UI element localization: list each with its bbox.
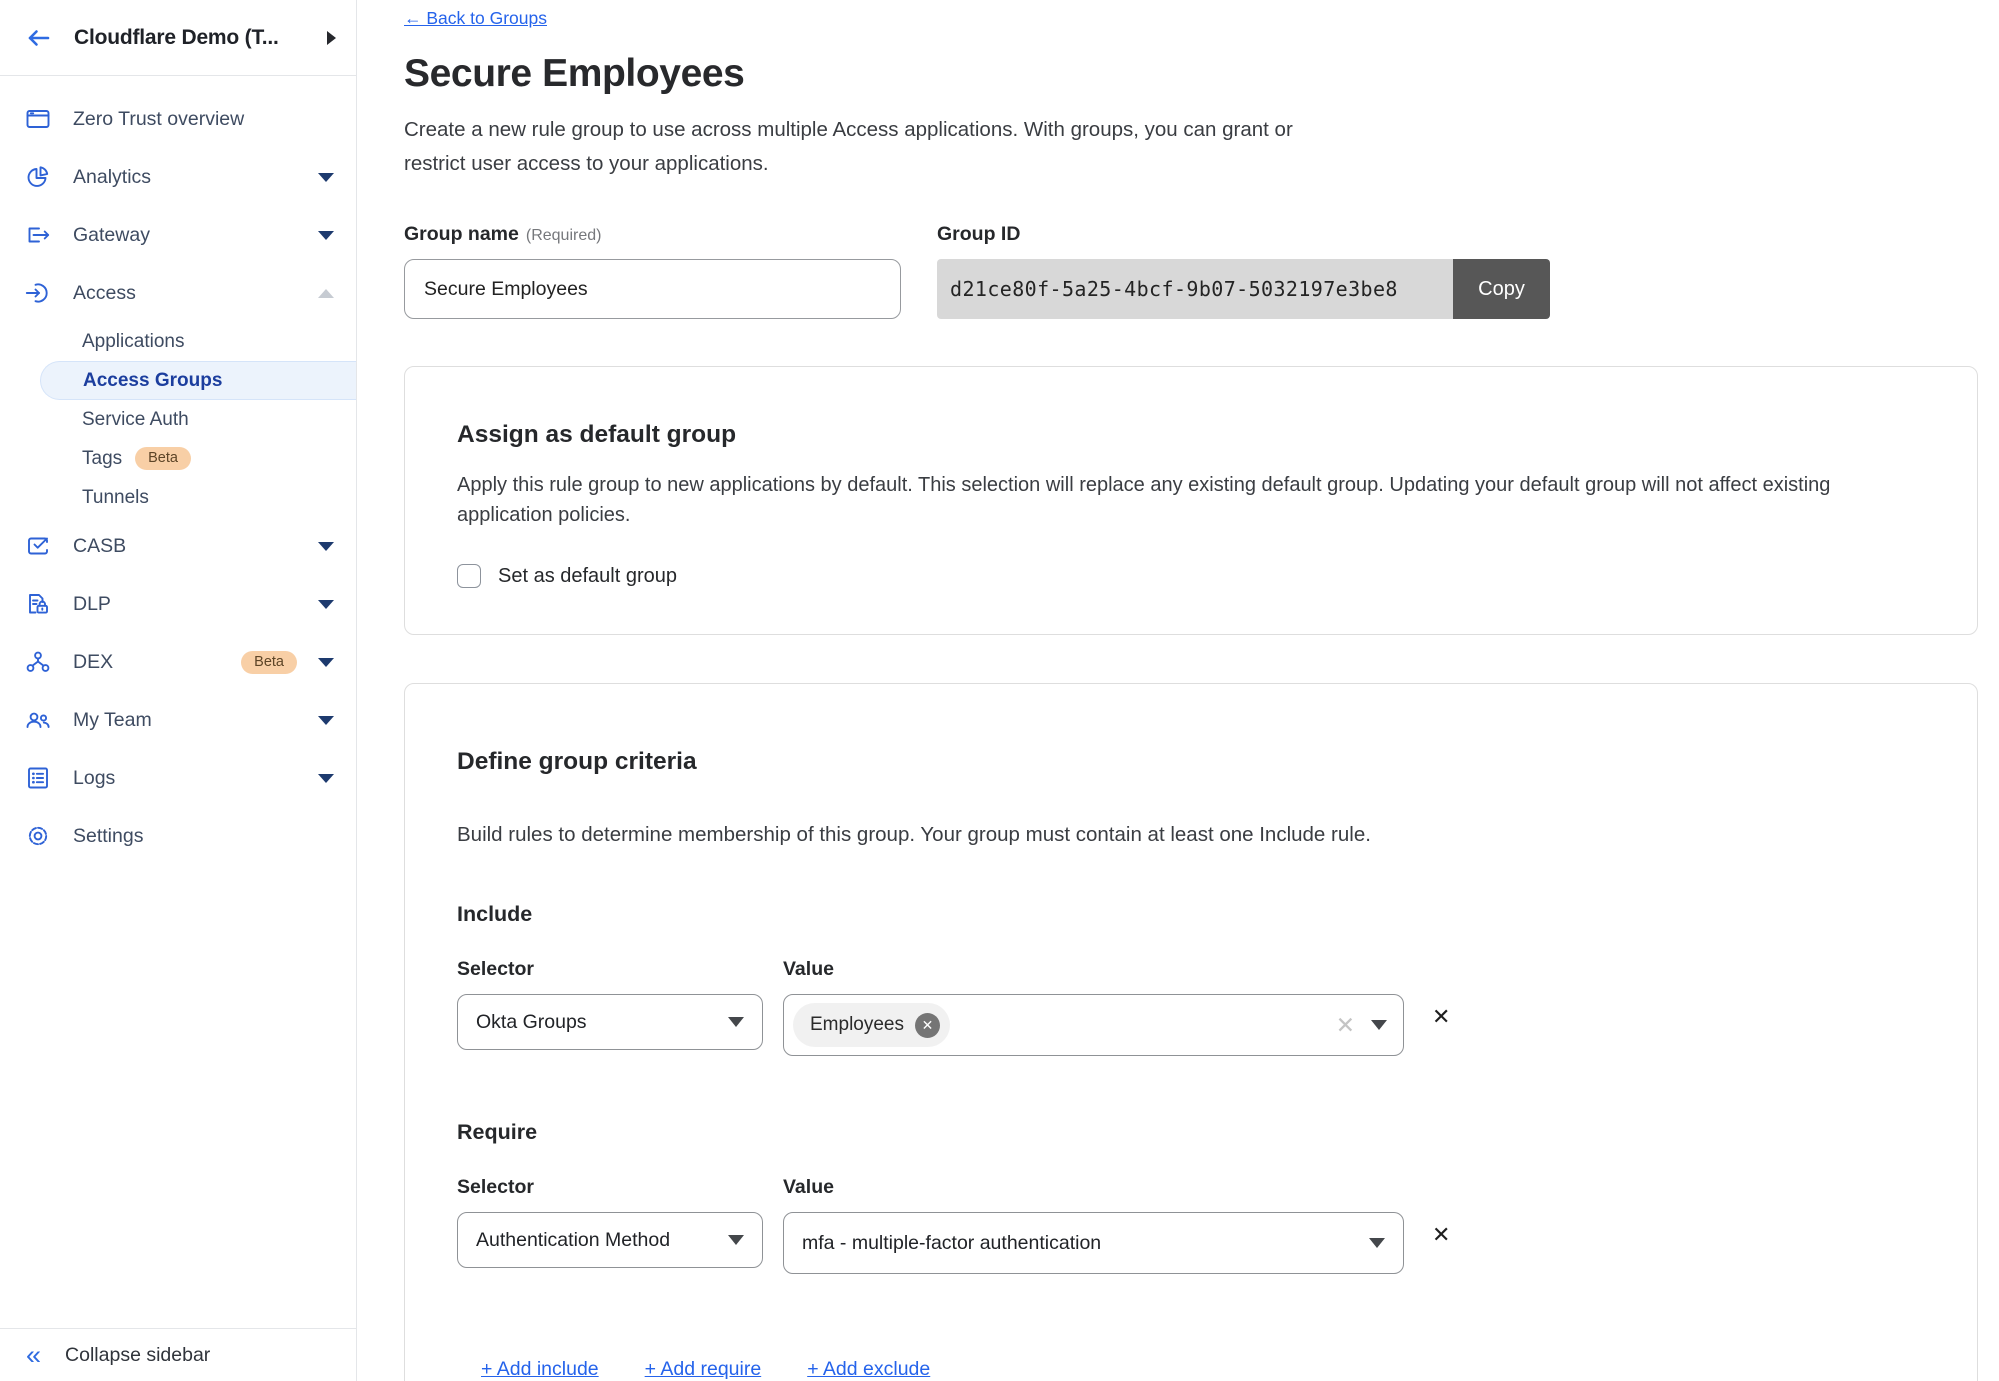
criteria-card: Define group criteria Build rules to det… [404, 683, 1978, 1381]
chevron-down-icon[interactable] [318, 716, 334, 725]
access-icon [24, 279, 52, 307]
remove-include-rule-button[interactable]: ✕ [1432, 1006, 1450, 1028]
sidebar-item-analytics[interactable]: Analytics [0, 148, 356, 206]
add-include-link[interactable]: + Add include [481, 1358, 599, 1381]
include-selector-label: Selector [457, 958, 783, 981]
value-tag: Employees ✕ [793, 1003, 950, 1047]
add-require-link[interactable]: + Add require [645, 1358, 762, 1381]
require-selector-label: Selector [457, 1176, 783, 1199]
sidebar-item-zero-trust-overview[interactable]: Zero Trust overview [0, 90, 356, 148]
chevron-down-icon [728, 1017, 744, 1027]
group-id-label: Group ID [937, 223, 1550, 246]
require-selector-dropdown[interactable]: Authentication Method [457, 1212, 763, 1268]
group-name-field: Group name (Required) [404, 223, 937, 319]
page-title: Secure Employees [404, 52, 1999, 96]
tag-remove-icon[interactable]: ✕ [915, 1013, 940, 1038]
chevron-down-icon[interactable] [318, 173, 334, 182]
criteria-title: Define group criteria [457, 748, 1921, 776]
group-id-value: d21ce80f-5a25-4bcf-9b07-5032197e3be8 [937, 259, 1453, 319]
copy-button[interactable]: Copy [1453, 259, 1550, 319]
overview-icon [24, 105, 52, 133]
default-group-title: Assign as default group [457, 421, 1921, 449]
sidebar-item-settings[interactable]: Settings [0, 807, 356, 865]
gear-icon [24, 822, 52, 850]
add-exclude-link[interactable]: + Add exclude [807, 1358, 930, 1381]
criteria-description: Build rules to determine membership of t… [457, 820, 1921, 850]
chevron-down-icon [1369, 1238, 1385, 1248]
group-id-field: Group ID d21ce80f-5a25-4bcf-9b07-5032197… [937, 223, 1550, 319]
set-default-label: Set as default group [498, 565, 677, 588]
page-description: Create a new rule group to use across mu… [404, 113, 1354, 181]
access-sub-list: Applications Access Groups Service Auth … [0, 322, 356, 517]
dex-icon [24, 648, 52, 676]
account-title: Cloudflare Demo (T... [74, 26, 307, 50]
sidebar-nav: Zero Trust overview Analytics Gateway [0, 76, 356, 1328]
remove-require-rule-button[interactable]: ✕ [1432, 1224, 1450, 1246]
beta-badge: Beta [135, 447, 191, 470]
require-value-label: Value [783, 1176, 834, 1199]
sidebar-item-applications[interactable]: Applications [0, 322, 356, 361]
casb-icon [24, 532, 52, 560]
chevron-down-icon[interactable] [318, 231, 334, 240]
collapse-sidebar-button[interactable]: « Collapse sidebar [0, 1328, 356, 1381]
sidebar-item-service-auth[interactable]: Service Auth [0, 400, 356, 439]
include-value-multiselect[interactable]: Employees ✕ ✕ [783, 994, 1404, 1056]
set-default-checkbox[interactable] [457, 564, 481, 588]
gateway-icon [24, 221, 52, 249]
group-form-row: Group name (Required) Group ID d21ce80f-5… [404, 223, 1999, 319]
default-group-checkbox-row: Set as default group [457, 564, 1921, 588]
sidebar-item-logs[interactable]: Logs [0, 749, 356, 807]
back-to-groups-link[interactable]: ← Back to Groups [404, 8, 547, 29]
sidebar-item-my-team[interactable]: My Team [0, 691, 356, 749]
collapse-icon: « [26, 1342, 41, 1369]
back-arrow-icon[interactable] [24, 23, 54, 53]
include-value-label: Value [783, 958, 834, 981]
sidebar: Cloudflare Demo (T... Zero Trust overvie… [0, 0, 357, 1381]
require-labels: Selector Value [457, 1176, 1921, 1199]
chevron-down-icon[interactable] [318, 542, 334, 551]
default-group-card: Assign as default group Apply this rule … [404, 366, 1978, 635]
sidebar-item-casb[interactable]: CASB [0, 517, 356, 575]
include-rule-row: Okta Groups Employees ✕ ✕ ✕ [457, 994, 1921, 1056]
beta-badge: Beta [241, 651, 297, 674]
sidebar-header: Cloudflare Demo (T... [0, 0, 356, 76]
sidebar-item-dex[interactable]: DEX Beta [0, 633, 356, 691]
dlp-icon [24, 590, 52, 618]
default-group-description: Apply this rule group to new application… [457, 470, 1921, 530]
include-heading: Include [457, 902, 1921, 927]
sidebar-item-gateway[interactable]: Gateway [0, 206, 356, 264]
chevron-down-icon [1371, 1020, 1387, 1030]
main-content: ← Back to Groups Secure Employees Create… [357, 0, 1999, 1381]
sidebar-item-dlp[interactable]: DLP [0, 575, 356, 633]
require-heading: Require [457, 1120, 1921, 1145]
sidebar-item-access-groups[interactable]: Access Groups [40, 361, 356, 400]
chevron-down-icon [728, 1235, 744, 1245]
group-name-label: Group name [404, 223, 519, 245]
require-rule-row: Authentication Method mfa - multiple-fac… [457, 1212, 1921, 1274]
include-selector-dropdown[interactable]: Okta Groups [457, 994, 763, 1050]
rule-actions: + Add include + Add require + Add exclud… [481, 1358, 1921, 1381]
analytics-icon [24, 163, 52, 191]
required-hint: (Required) [526, 227, 602, 244]
chevron-up-icon[interactable] [318, 289, 334, 298]
sidebar-item-tags[interactable]: Tags Beta [0, 439, 356, 478]
group-name-input[interactable] [404, 259, 901, 319]
chevron-down-icon[interactable] [318, 658, 334, 667]
chevron-down-icon[interactable] [318, 774, 334, 783]
chevron-right-icon[interactable] [327, 31, 336, 45]
sidebar-item-access[interactable]: Access [0, 264, 356, 322]
require-value-dropdown[interactable]: mfa - multiple-factor authentication [783, 1212, 1404, 1274]
team-icon [24, 706, 52, 734]
logs-icon [24, 764, 52, 792]
include-labels: Selector Value [457, 958, 1921, 981]
chevron-down-icon[interactable] [318, 600, 334, 609]
sidebar-item-tunnels[interactable]: Tunnels [0, 478, 356, 517]
clear-values-icon[interactable]: ✕ [1336, 1014, 1355, 1037]
